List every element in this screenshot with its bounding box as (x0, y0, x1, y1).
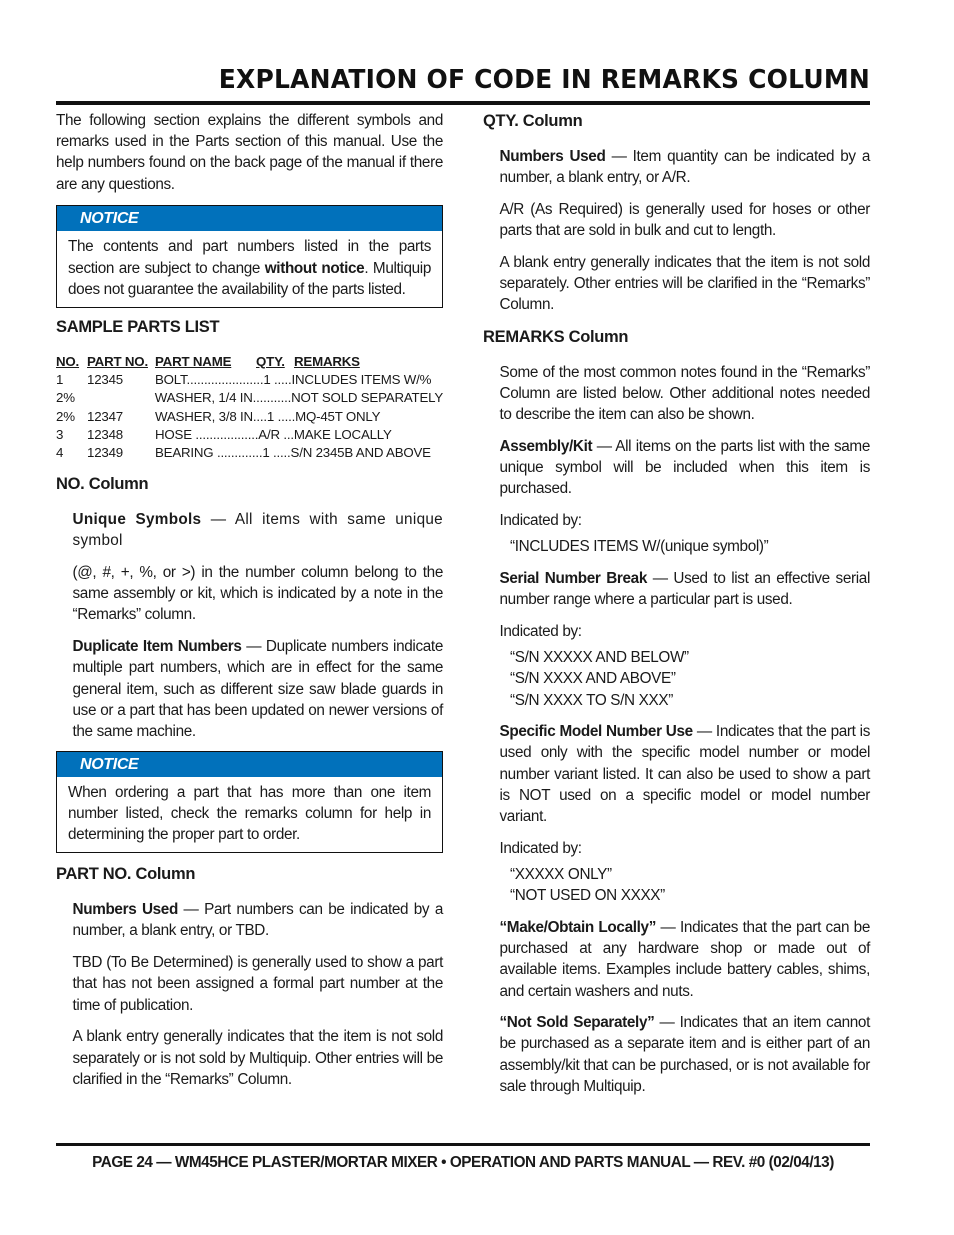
remarks-column-heading: REMARKS Column (483, 327, 629, 346)
right-column: QTY. Column Numbers Used — Item quantity… (483, 110, 870, 1108)
make-obtain-locally-paragraph: “Make/Obtain Locally” — Indicates that t… (499, 918, 871, 1000)
indicated-by-label: Indicated by: (499, 512, 583, 530)
assembly-kit-paragraph: Assembly/Kit — All items on the parts li… (499, 438, 871, 498)
notice-body: The contents and part numbers listed in … (68, 238, 431, 298)
notice-body: When ordering a part that has more than … (68, 783, 431, 844)
col-header-qty: QTY. (256, 353, 285, 369)
table-row: 4 12349 BEARING .............1 ..... S/N… (56, 444, 431, 460)
unique-symbols-paragraph: Unique Symbols — All items with same uni… (72, 511, 443, 550)
qty-column-heading: QTY. Column (483, 112, 583, 130)
table-header: NO. PART NO. PART NAME QTY. REMARKS (56, 353, 443, 371)
remarks-intro-paragraph: Some of the most common notes found in t… (499, 363, 871, 424)
intro-paragraph: The following section explains the diffe… (56, 112, 443, 193)
col-header-remarks: REMARKS (294, 353, 360, 369)
part-blank-entry-paragraph: A blank entry generally indicates that t… (72, 1028, 444, 1088)
table-row: 2% 12347 WASHER, 3/8 IN....1 ..... MQ-45… (56, 408, 381, 424)
qty-numbers-used-paragraph: Numbers Used — Item quantity can be indi… (499, 148, 871, 187)
notice-box-1: NOTICE The contents and part numbers lis… (56, 205, 443, 308)
table-row: 2% WASHER, 1/4 IN........... NOT SOLD SE… (56, 390, 443, 406)
notice-header: NOTICE (57, 206, 442, 232)
sample-parts-list-heading: SAMPLE PARTS LIST (56, 317, 220, 336)
page-footer: PAGE 24 — WM45HCE PLASTER/MORTAR MIXER •… (92, 1154, 834, 1171)
indicated-by-label: Indicated by: (499, 622, 583, 640)
model-examples: “XXXXX ONLY” “NOT USED ON XXXX” (510, 865, 665, 905)
qty-blank-entry-paragraph: A blank entry generally indicates that t… (499, 253, 871, 314)
symbols-paragraph: (@, #, +, %, or >) in the number column … (72, 564, 444, 624)
col-header-part-no: PART NO. (87, 353, 148, 369)
part-numbers-used-paragraph: Numbers Used — Part numbers can be indic… (72, 901, 444, 940)
serial-number-break-paragraph: Serial Number Break — Used to list an ef… (499, 570, 871, 609)
table-row: 1 12345 BOLT......................1 ....… (56, 372, 432, 388)
notice-header: NOTICE (57, 751, 442, 777)
left-column: The following section explains the diffe… (56, 110, 443, 1100)
notice-box-2: NOTICE When ordering a part that has mor… (56, 750, 443, 854)
ar-paragraph: A/R (As Required) is generally used for … (499, 200, 871, 240)
not-sold-separately-paragraph: “Not Sold Separately” — Indicates that a… (499, 1014, 871, 1095)
page-title: EXPLANATION OF CODE IN REMARKS COLUMN (218, 65, 871, 95)
indicated-by-label: Indicated by: (499, 839, 583, 857)
serial-examples: “S/N XXXXX AND BELOW” “S/N XXXX AND ABOV… (510, 649, 689, 709)
tbd-paragraph: TBD (To Be Determined) is generally used… (72, 954, 444, 1014)
title-rule (56, 101, 870, 105)
footer-rule (56, 1143, 870, 1146)
assembly-examples: “INCLUDES ITEMS W/(unique symbol)” (510, 538, 769, 556)
part-no-column-heading: PART NO. Column (56, 865, 196, 884)
col-header-part-name: PART NAME (155, 353, 232, 369)
col-header-no: NO. (56, 353, 80, 369)
sample-parts-table: NO. PART NO. PART NAME QTY. REMARKS 1 12… (56, 353, 443, 462)
duplicate-numbers-paragraph: Duplicate Item Numbers — Duplicate numbe… (72, 638, 444, 740)
table-row: 3 12348 HOSE ..................A/R ... M… (56, 426, 392, 442)
no-column-heading: NO. Column (56, 475, 149, 494)
specific-model-paragraph: Specific Model Number Use — Indicates th… (499, 723, 871, 826)
